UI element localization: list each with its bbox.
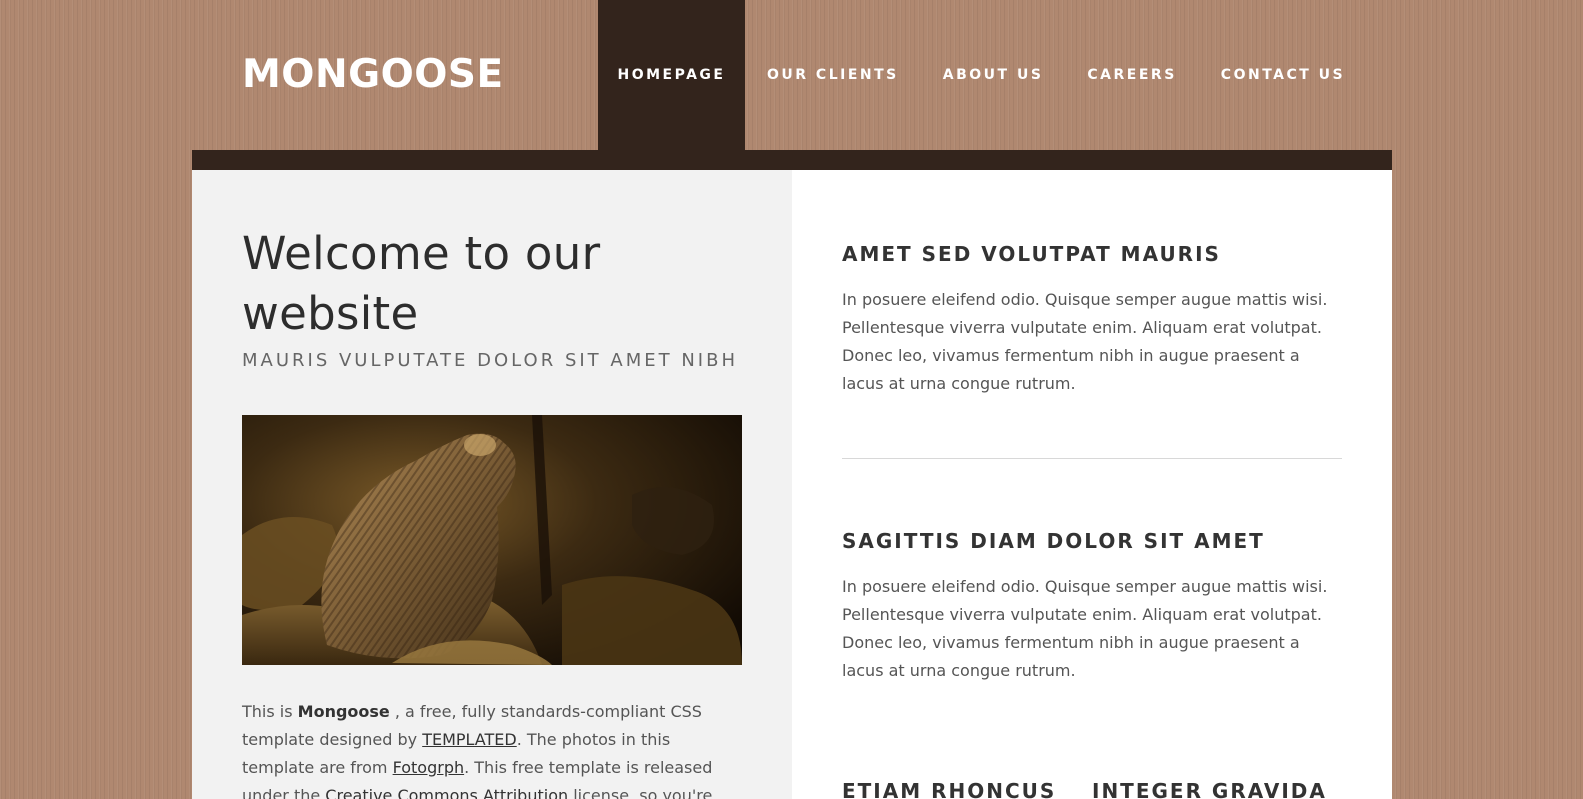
templated-link[interactable]: TEMPLATED bbox=[422, 730, 517, 749]
menu-item-about-us[interactable]: ABOUT US bbox=[921, 0, 1066, 150]
section-divider bbox=[842, 458, 1342, 459]
intro-paragraph: This is Mongoose , a free, fully standar… bbox=[242, 698, 742, 799]
section-heading: SAGITTIS DIAM DOLOR SIT AMET bbox=[842, 529, 1265, 553]
section-heading-integer: INTEGER GRAVIDA bbox=[1092, 779, 1327, 799]
section-heading: AMET SED VOLUTPAT MAURIS bbox=[842, 242, 1221, 266]
content-top-bar bbox=[192, 150, 1392, 170]
main-content: Welcome to our website MAURIS VULPUTATE … bbox=[192, 170, 1392, 799]
main-menu: HOMEPAGE OUR CLIENTS ABOUT US CAREERS CO… bbox=[598, 0, 1367, 150]
page-title: Welcome to our website bbox=[242, 227, 601, 340]
sidebar-column: AMET SED VOLUTPAT MAURIS In posuere elei… bbox=[792, 170, 1392, 799]
menu-item-homepage[interactable]: HOMEPAGE bbox=[598, 0, 745, 150]
section-text: In posuere eleifend odio. Quisque semper… bbox=[842, 577, 1328, 680]
menu-item-contact-us[interactable]: CONTACT US bbox=[1199, 0, 1367, 150]
menu-item-our-clients[interactable]: OUR CLIENTS bbox=[745, 0, 921, 150]
fotogrph-link[interactable]: Fotogrph bbox=[393, 758, 465, 777]
welcome-column: Welcome to our website MAURIS VULPUTATE … bbox=[192, 170, 792, 799]
intro-brand: Mongoose bbox=[297, 702, 390, 721]
sidebar-section: SAGITTIS DIAM DOLOR SIT AMET In posuere … bbox=[842, 529, 1342, 685]
sidebar-section: AMET SED VOLUTPAT MAURIS In posuere elei… bbox=[842, 242, 1342, 398]
bottom-headings: ETIAM RHONCUS INTEGER GRAVIDA bbox=[842, 779, 1342, 799]
section-heading-etiam: ETIAM RHONCUS bbox=[842, 779, 1057, 799]
creative-commons-link[interactable]: Creative Commons Attribution bbox=[325, 786, 568, 799]
menu-item-careers[interactable]: CAREERS bbox=[1065, 0, 1198, 150]
mongoose-photo bbox=[242, 415, 742, 665]
site-header: MONGOOSE HOMEPAGE OUR CLIENTS ABOUT US C… bbox=[0, 0, 1583, 150]
page-subtitle: MAURIS VULPUTATE DOLOR SIT AMET NIBH bbox=[242, 350, 738, 371]
site-logo[interactable]: MONGOOSE bbox=[242, 55, 504, 94]
intro-text-1: This is bbox=[242, 702, 298, 721]
section-text: In posuere eleifend odio. Quisque semper… bbox=[842, 290, 1328, 393]
